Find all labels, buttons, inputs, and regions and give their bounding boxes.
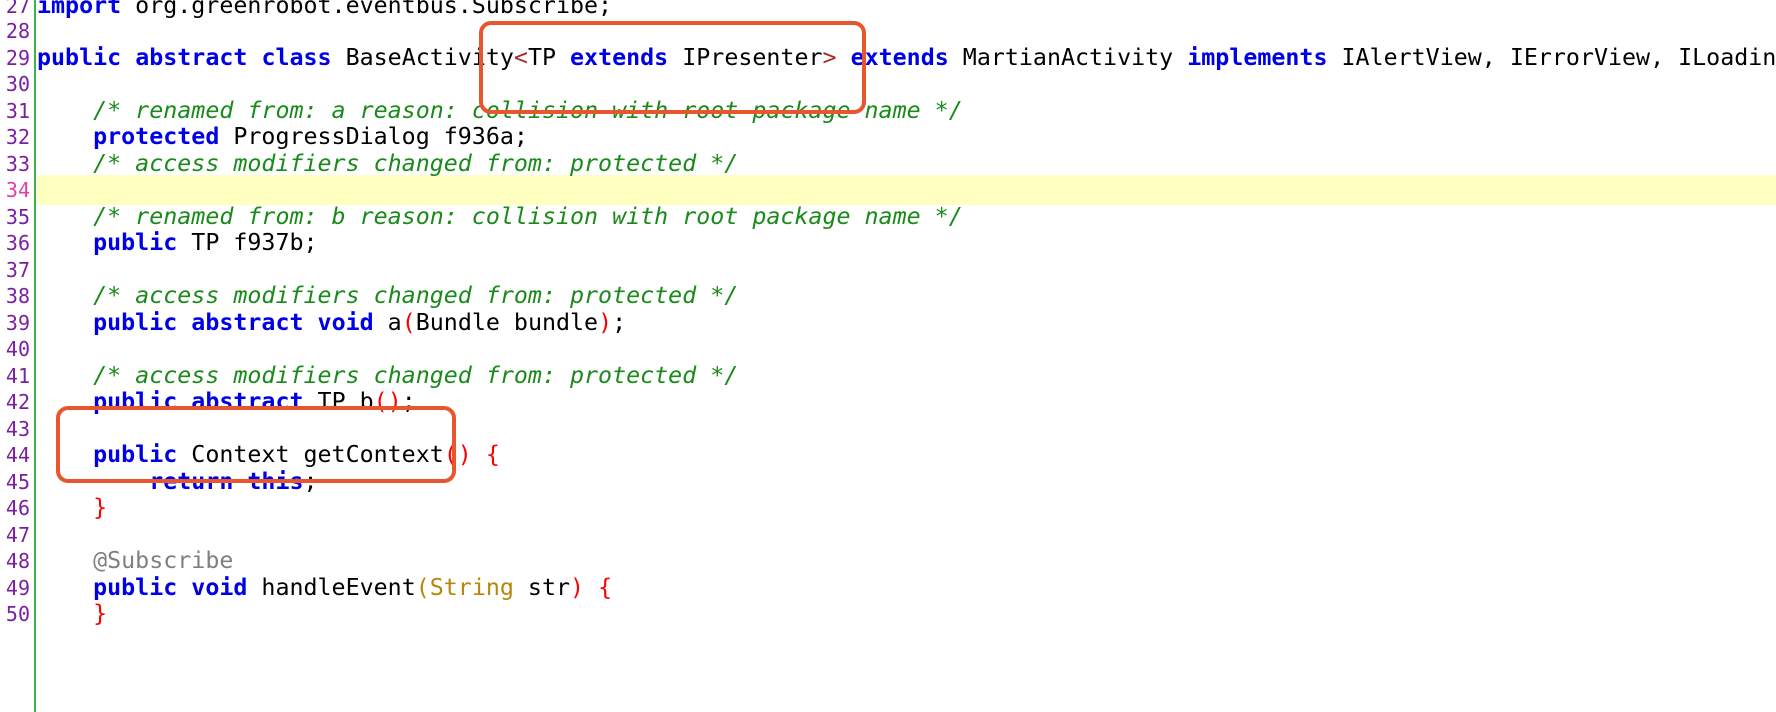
- keyword: public: [93, 229, 178, 256]
- keyword: public: [37, 44, 122, 71]
- line-number: 36: [5, 231, 30, 255]
- brace-open: {: [598, 574, 613, 601]
- paren-open: (: [401, 309, 416, 336]
- highlight-box-method: [56, 406, 456, 483]
- code-line-29: public abstract class BaseActivity<TP ex…: [37, 43, 1776, 73]
- code-line-33: /* access modifiers changed from: protec…: [37, 149, 738, 179]
- code-line-46: }: [37, 493, 107, 523]
- keyword: protected: [93, 123, 220, 150]
- interfaces: IAlertView, IErrorView, ILoading: [1327, 44, 1776, 71]
- annotation: @Subscribe: [93, 547, 234, 574]
- comment: /* access modifiers changed from: protec…: [93, 282, 739, 309]
- line-number: 44: [5, 443, 30, 467]
- line-number: 32: [5, 125, 30, 149]
- keyword: implements: [1187, 44, 1328, 71]
- semicolon: ;: [612, 309, 627, 336]
- code-line-48: @Subscribe: [37, 546, 233, 576]
- comment: /* access modifiers changed from: protec…: [93, 150, 739, 177]
- line-number: 30: [5, 72, 30, 96]
- keyword: abstract: [135, 44, 248, 71]
- code-text: TP f937b;: [177, 229, 318, 256]
- code-editor[interactable]: 27 28 29 30 31 32 33 34 35 36 37 38 39 40 41 42 43 44 45 46…: [0, 0, 1776, 712]
- line-number: 40: [5, 337, 30, 361]
- line-number: 42: [5, 390, 30, 414]
- code-line-39: public abstract void a(Bundle bundle);: [37, 308, 626, 338]
- comment: /* access modifiers changed from: protec…: [93, 362, 739, 389]
- highlight-box-generic: [479, 21, 866, 114]
- keyword: public: [93, 574, 178, 601]
- line-number: 50: [5, 602, 30, 626]
- line-number: 28: [5, 19, 30, 43]
- paren-open: (: [415, 574, 430, 601]
- comment: /* renamed from: b reason: collision wit…: [93, 203, 963, 230]
- brace-close: }: [93, 600, 108, 627]
- code-line-38: /* access modifiers changed from: protec…: [37, 281, 738, 311]
- parent-class: MartianActivity: [948, 44, 1188, 71]
- code-line-49: public void handleEvent(String str) {: [37, 573, 612, 603]
- brace-close: }: [93, 494, 108, 521]
- line-number: 46: [5, 496, 30, 520]
- keyword: void: [317, 309, 374, 336]
- keyword: abstract: [191, 309, 304, 336]
- keyword: void: [191, 574, 248, 601]
- line-number: 48: [5, 549, 30, 573]
- method-name: handleEvent: [247, 574, 416, 601]
- code-line-50: }: [37, 599, 107, 629]
- code-line-32: protected ProgressDialog f936a;: [37, 122, 528, 152]
- line-number-gutter: 27 28 29 30 31 32 33 34 35 36 37 38 39 40 41 42 43 44 45 46…: [0, 0, 36, 712]
- params: Bundle bundle: [415, 309, 599, 336]
- keyword: class: [261, 44, 332, 71]
- code-text: org.greenrobot.eventbus.Subscribe;: [121, 0, 613, 19]
- line-number: 34: [5, 178, 30, 202]
- paren-close: ): [598, 309, 613, 336]
- param-type: String: [429, 574, 514, 601]
- code-line-27: import org.greenrobot.eventbus.Subscribe…: [37, 0, 612, 21]
- keyword: public: [93, 309, 178, 336]
- brace-open: {: [485, 441, 500, 468]
- code-line-36: public TP f937b;: [37, 228, 318, 258]
- code-area[interactable]: import org.greenrobot.eventbus.Subscribe…: [37, 0, 1776, 712]
- paren-close: ): [570, 574, 585, 601]
- line-number: 38: [5, 284, 30, 308]
- paren-close: ): [457, 441, 472, 468]
- code-text: ProgressDialog f936a;: [219, 123, 528, 150]
- param-name: str: [513, 574, 571, 601]
- keyword: import: [37, 0, 122, 19]
- method-name: a: [373, 309, 402, 336]
